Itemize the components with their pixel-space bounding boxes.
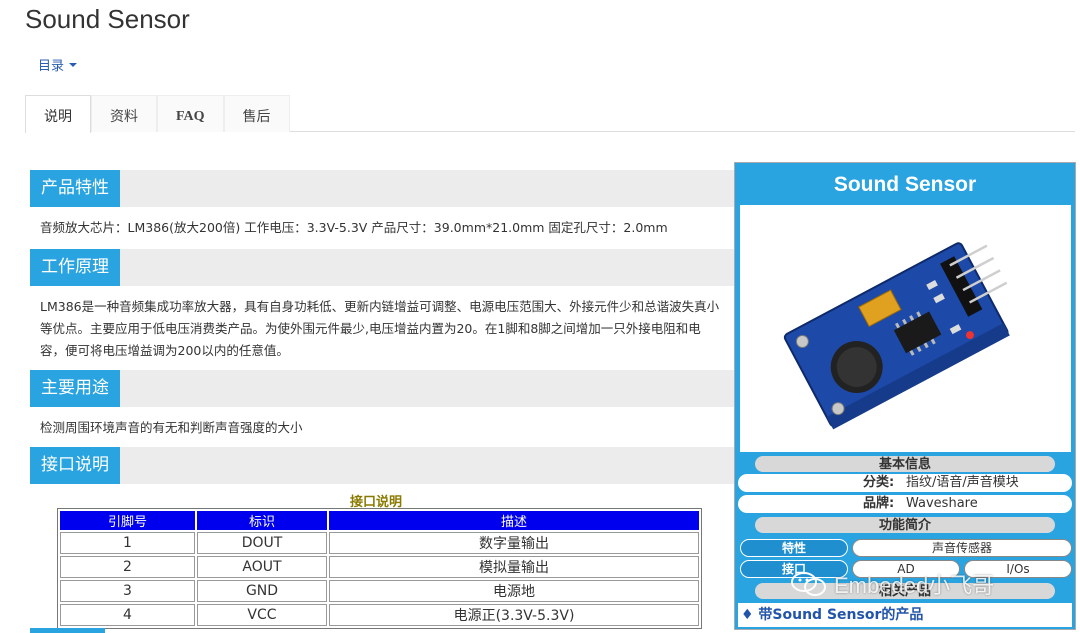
function-header: 功能简介 (755, 517, 1055, 533)
table-row: 1 DOUT 数字量输出 (60, 532, 699, 554)
infobox-title: Sound Sensor (833, 173, 977, 196)
category-row: 分类: 指纹/语音/声音模块 (738, 474, 1072, 492)
tab-resources[interactable]: 资料 (91, 95, 157, 132)
category-value: 指纹/语音/声音模块 (906, 475, 1019, 490)
chevron-down-icon (69, 62, 78, 67)
brand-value: Waveshare (906, 496, 978, 511)
table-cell: AOUT (197, 556, 327, 578)
brand-row: 品牌: Waveshare (738, 495, 1072, 513)
toc-dropdown[interactable]: 目录 (38, 55, 78, 74)
section-title: 接口说明 (30, 447, 120, 484)
table-header: 引脚号 (60, 511, 195, 530)
table-cell: 4 (60, 604, 195, 626)
section-interface-heading: 接口说明 (30, 447, 735, 484)
page-title: Sound Sensor (25, 4, 190, 34)
table-header: 标识 (197, 511, 327, 530)
table-cell: 电源地 (329, 580, 699, 602)
tab-bar: 说明 资料 FAQ 售后 (25, 95, 1075, 133)
section-features-heading: 产品特性 (30, 170, 735, 207)
features-text: 音频放大芯片：LM386(放大200倍) 工作电压：3.3V-5.3V 产品尺寸… (40, 220, 668, 235)
table-cell: DOUT (197, 532, 327, 554)
usage-text: 检测周围环境声音的有无和判断声音强度的大小 (40, 420, 303, 435)
table-cell: 数字量输出 (329, 532, 699, 554)
sound-sensor-module-image (740, 205, 1071, 452)
tab-after-sales[interactable]: 售后 (223, 95, 290, 132)
section-principle-heading: 工作原理 (30, 249, 735, 286)
category-key: 分类: (863, 475, 895, 490)
tab-faq[interactable]: FAQ (157, 95, 224, 132)
section-title: 产品特性 (30, 170, 120, 207)
toc-label: 目录 (38, 59, 65, 74)
feature-value: 声音传感器 (852, 539, 1072, 557)
section-title: 主要用途 (30, 370, 120, 407)
product-infobox: Sound Sensor 基本信息 分类: 指纹/语音/声音模块 品牌: Wav… (734, 162, 1076, 630)
section-title: 工作原理 (30, 249, 120, 286)
wechat-icon (791, 572, 826, 596)
table-cell: 电源正(3.3V-5.3V) (329, 604, 699, 626)
section-accent-bar (30, 628, 105, 633)
table-header: 描述 (329, 511, 699, 530)
main-content: 产品特性 音频放大芯片：LM386(放大200倍) 工作电压：3.3V-5.3V… (30, 170, 735, 494)
feature-key: 特性 (740, 539, 848, 557)
table-row: 3 GND 电源地 (60, 580, 699, 602)
section-usage-heading: 主要用途 (30, 370, 735, 407)
tab-description[interactable]: 说明 (25, 95, 91, 133)
basic-info-header: 基本信息 (755, 456, 1055, 472)
table-cell: 3 (60, 580, 195, 602)
feature-row: 特性 声音传感器 (740, 539, 1072, 557)
table-cell: 2 (60, 556, 195, 578)
table-cell: 1 (60, 532, 195, 554)
table-row: 2 AOUT 模拟量输出 (60, 556, 699, 578)
related-products-link[interactable]: ♦ 带Sound Sensor的产品 (738, 603, 1072, 627)
interface-table: 引脚号 标识 描述 1 DOUT 数字量输出 2 AOUT 模拟量输出 3 GN… (57, 508, 702, 629)
watermark-text: Embeded小飞哥 (834, 573, 995, 598)
table-cell: VCC (197, 604, 327, 626)
table-row: 4 VCC 电源正(3.3V-5.3V) (60, 604, 699, 626)
brand-key: 品牌: (863, 496, 895, 511)
table-cell: 模拟量输出 (329, 556, 699, 578)
table-cell: GND (197, 580, 327, 602)
watermark: Embeded小飞哥 (790, 568, 994, 600)
principle-text: LM386是一种音频集成功率放大器，具有自身功耗低、更新内链增益可调整、电源电压… (40, 299, 720, 358)
